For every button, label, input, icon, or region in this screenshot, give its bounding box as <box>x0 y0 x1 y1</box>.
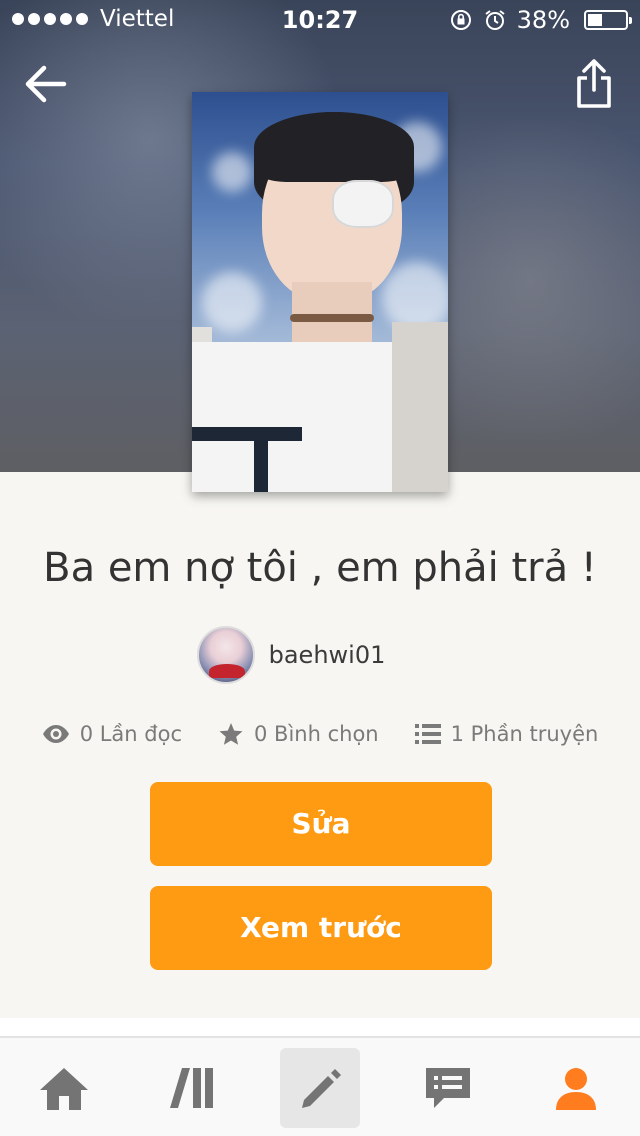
story-title: Ba em nợ tôi , em phải trả ! <box>43 545 597 591</box>
parts-stat: 1 Phần truyện <box>414 722 599 746</box>
arrow-left-icon <box>25 65 67 103</box>
list-icon <box>414 724 441 744</box>
battery-percent: 38% <box>516 6 570 34</box>
tab-profile[interactable] <box>536 1048 616 1128</box>
votes-count: 0 Bình chọn <box>254 722 379 746</box>
votes-stat: 0 Bình chọn <box>218 722 379 746</box>
battery-icon <box>584 10 632 30</box>
tab-home[interactable] <box>24 1048 104 1128</box>
eye-icon <box>42 725 69 743</box>
reads-count: 0 Lần đọc <box>79 722 183 746</box>
share-icon <box>577 59 611 108</box>
author-row[interactable]: baehwi01 <box>0 626 640 684</box>
messages-icon <box>426 1068 470 1108</box>
tab-bar <box>0 1036 640 1136</box>
pencil-icon <box>302 1069 341 1108</box>
parts-count: 1 Phần truyện <box>450 722 599 746</box>
profile-icon <box>556 1068 596 1110</box>
alarm-icon <box>485 10 505 30</box>
story-stats: 0 Lần đọc 0 Bình chọn 1 Phần truyện <box>0 716 640 752</box>
story-cover-image[interactable] <box>192 92 448 492</box>
preview-button[interactable]: Xem trước <box>150 886 492 970</box>
share-button[interactable] <box>574 58 614 110</box>
author-avatar[interactable] <box>196 626 255 684</box>
author-name[interactable]: baehwi01 <box>269 641 386 669</box>
star-icon <box>219 723 243 745</box>
content-divider <box>0 1018 640 1036</box>
edit-button[interactable]: Sửa <box>150 782 492 866</box>
tab-library[interactable] <box>152 1048 232 1128</box>
back-button[interactable] <box>22 60 70 108</box>
status-icons: 38% <box>449 6 632 34</box>
tab-messages[interactable] <box>408 1048 488 1128</box>
rotation-lock-icon <box>450 10 471 30</box>
tab-write[interactable] <box>280 1048 360 1128</box>
reads-stat: 0 Lần đọc <box>42 722 182 746</box>
status-bar: Viettel 10:27 38% <box>0 0 640 40</box>
home-icon <box>40 1068 88 1110</box>
library-icon <box>170 1068 213 1108</box>
